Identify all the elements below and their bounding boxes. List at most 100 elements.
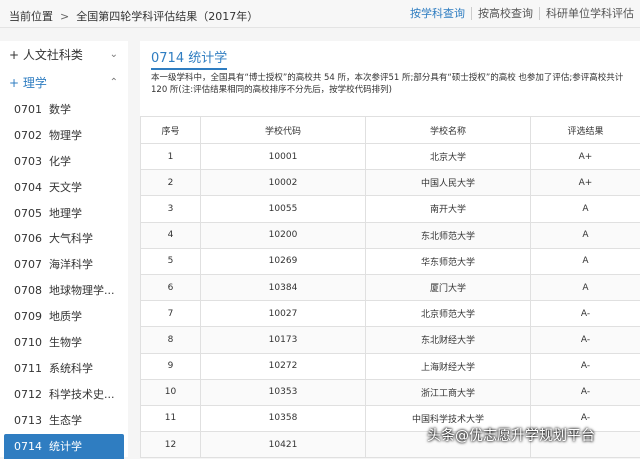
cell-school-code: 10055 — [201, 196, 366, 222]
sidebar-item-code: 0703 — [14, 155, 42, 168]
sidebar-item-code: 0701 — [14, 103, 42, 116]
cell-result: A — [531, 274, 640, 300]
cell-school-code: 10269 — [201, 248, 366, 274]
sidebar-item-0710[interactable]: 0710生物学 — [0, 330, 128, 356]
sidebar-item-label: 化学 — [49, 155, 71, 168]
cell-result: A- — [531, 327, 640, 353]
category-label: 理学 — [23, 76, 47, 90]
cell-result: A+ — [531, 170, 640, 196]
sidebar-item-label: 地质学 — [49, 310, 82, 323]
cell-school-name: 东北财经大学 — [366, 327, 531, 353]
cell-index: 10 — [141, 379, 201, 405]
sidebar-item-code: 0704 — [14, 181, 42, 194]
col-result: 评选结果 — [531, 117, 640, 144]
cell-school-code: 10358 — [201, 405, 366, 431]
cell-school-code: 10200 — [201, 222, 366, 248]
sidebar-item-code: 0711 — [14, 362, 42, 375]
cell-school-code: 10421 — [201, 432, 366, 458]
cell-result: A- — [531, 301, 640, 327]
sidebar-item-0707[interactable]: 0707海洋科学 — [0, 252, 128, 278]
page-title: 0714 统计学 — [151, 47, 227, 70]
sidebar-item-label: 统计学 — [49, 440, 82, 453]
sidebar-item-0705[interactable]: 0705地理学 — [0, 201, 128, 227]
watermark: 头条@优志愿升学规划平台 — [427, 425, 595, 445]
sidebar-item-0703[interactable]: 0703 化学 — [0, 149, 128, 175]
link-by-subject[interactable]: 按学科查询 — [404, 7, 471, 20]
sidebar-item-0702[interactable]: 0702物理学 — [0, 123, 128, 149]
sidebar-item-label: 数学 — [49, 103, 71, 116]
sidebar-item-label: 生态学 — [49, 414, 82, 427]
subject-description: 本一级学科中，全国具有“博士授权”的高校共 54 所，本次参评51 所;部分具有… — [151, 72, 636, 96]
cell-index: 7 — [141, 301, 201, 327]
cell-school-name: 北京师范大学 — [366, 301, 531, 327]
cell-school-name: 中国人民大学 — [366, 170, 531, 196]
sidebar-item-0712[interactable]: 0712科学技术史... — [0, 382, 128, 408]
cell-result: A — [531, 222, 640, 248]
cell-school-name: 厦门大学 — [366, 274, 531, 300]
col-index: 序号 — [141, 117, 201, 144]
cell-school-name: 南开大学 — [366, 196, 531, 222]
table-row: 910272上海财经大学A- — [141, 353, 640, 379]
table-row: 110001北京大学A+ — [141, 144, 640, 170]
cell-school-code: 10272 — [201, 353, 366, 379]
cell-school-code: 10384 — [201, 274, 366, 300]
cell-index: 5 — [141, 248, 201, 274]
table-row: 210002中国人民大学A+ — [141, 170, 640, 196]
sidebar-item-code: 0713 — [14, 414, 42, 427]
cell-school-code: 10353 — [201, 379, 366, 405]
cell-result: A- — [531, 353, 640, 379]
sidebar-item-code: 0709 — [14, 310, 42, 323]
subject-sidebar: + 人文社科类 ⌄ + 理学 ⌃ 0701 数学 0702物理学 0703 化学 0704… — [0, 41, 128, 457]
cell-result: A- — [531, 379, 640, 405]
sidebar-item-0708[interactable]: 0708地球物理学... — [0, 278, 128, 304]
cell-result: A — [531, 248, 640, 274]
plus-icon: + — [9, 76, 23, 90]
link-research-units[interactable]: 科研单位学科评估 — [539, 7, 640, 20]
cell-result: A+ — [531, 144, 640, 170]
sidebar-item-0704[interactable]: 0704 天文学 — [0, 175, 128, 201]
cell-index: 1 — [141, 144, 201, 170]
table-row: 410200东北师范大学A — [141, 222, 640, 248]
cell-index: 2 — [141, 170, 201, 196]
category-science[interactable]: + 理学 ⌃ — [0, 69, 128, 97]
top-bar: 当前位置>全国第四轮学科评估结果（2017年） 按学科查询 按高校查询 科研单位… — [0, 0, 640, 28]
col-school-code: 学校代码 — [201, 117, 366, 144]
cell-index: 6 — [141, 274, 201, 300]
link-by-university[interactable]: 按高校查询 — [471, 7, 539, 20]
sidebar-item-label: 天文学 — [49, 181, 82, 194]
cell-school-name: 华东师范大学 — [366, 248, 531, 274]
category-humanities[interactable]: + 人文社科类 ⌄ — [0, 41, 128, 69]
cell-index: 4 — [141, 222, 201, 248]
table-row: 610384厦门大学A — [141, 274, 640, 300]
sidebar-item-0706[interactable]: 0706大气科学 — [0, 226, 128, 252]
results-table: 序号 学校代码 学校名称 评选结果 110001北京大学A+210002中国人民… — [140, 116, 640, 458]
cell-school-name: 上海财经大学 — [366, 353, 531, 379]
breadcrumb: 当前位置>全国第四轮学科评估结果（2017年） — [9, 8, 258, 24]
sidebar-item-0711[interactable]: 0711 系统科学 — [0, 356, 128, 382]
cell-school-name: 浙江工商大学 — [366, 379, 531, 405]
sidebar-item-code: 0705 — [14, 207, 42, 220]
sidebar-item-label: 物理学 — [49, 129, 82, 142]
sidebar-item-0714[interactable]: 0714 统计学 — [4, 434, 124, 459]
col-school-name: 学校名称 — [366, 117, 531, 144]
cell-school-code: 10002 — [201, 170, 366, 196]
table-row: 810173东北财经大学A- — [141, 327, 640, 353]
breadcrumb-page[interactable]: 全国第四轮学科评估结果（2017年） — [76, 10, 258, 23]
sidebar-item-code: 0707 — [14, 258, 42, 271]
sidebar-item-0713[interactable]: 0713 生态学 — [0, 408, 128, 434]
chevron-down-icon: ⌄ — [110, 41, 118, 69]
sidebar-item-code: 0714 — [14, 440, 42, 453]
sidebar-item-label: 大气科学 — [49, 232, 93, 245]
cell-school-code: 10027 — [201, 301, 366, 327]
sidebar-item-0701[interactable]: 0701 数学 — [0, 97, 128, 123]
table-row: 510269华东师范大学A — [141, 248, 640, 274]
table-header-row: 序号 学校代码 学校名称 评选结果 — [141, 117, 640, 144]
sidebar-item-label: 系统科学 — [49, 362, 93, 375]
table-row: 310055南开大学A — [141, 196, 640, 222]
query-links: 按学科查询 按高校查询 科研单位学科评估 — [404, 7, 640, 20]
breadcrumb-current: 当前位置 — [9, 10, 53, 23]
cell-index: 8 — [141, 327, 201, 353]
cell-school-name: 东北师范大学 — [366, 222, 531, 248]
sidebar-item-0709[interactable]: 0709 地质学 — [0, 304, 128, 330]
category-label: 人文社科类 — [23, 48, 83, 62]
